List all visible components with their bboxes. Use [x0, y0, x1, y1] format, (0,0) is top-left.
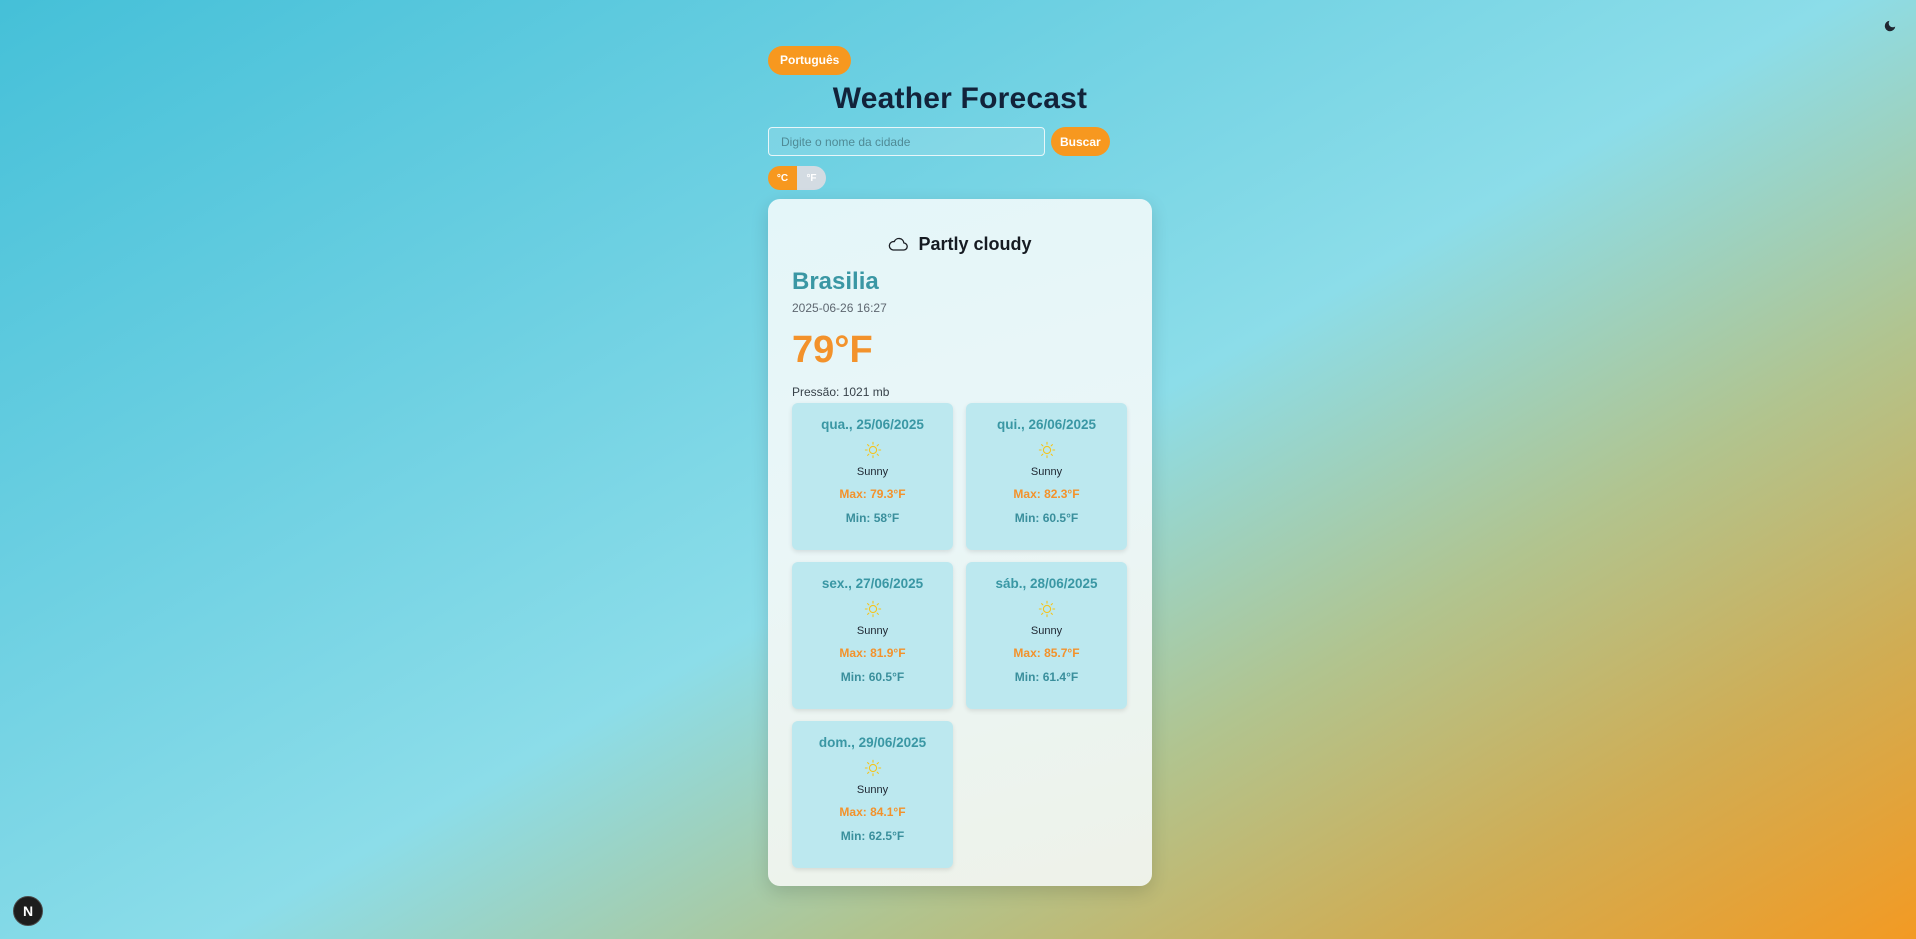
search-bar: Buscar	[768, 127, 1152, 156]
current-temperature: 79°F	[792, 329, 873, 371]
forecast-min: Min: 62.5°F	[840, 829, 905, 843]
forecast-day-card: qui., 26/06/2025 Sunny Max: 82.3°F Min: …	[966, 403, 1127, 550]
forecast-day-card: sex., 27/06/2025 Sunny Max: 81.9°F Min: …	[792, 562, 953, 709]
sun-icon	[864, 440, 882, 460]
language-toggle-button[interactable]: Português	[768, 46, 852, 75]
forecast-date: qua., 25/06/2025	[821, 417, 924, 432]
forecast-day-card: qua., 25/06/2025 Sunny Max: 79.3°F Min: …	[792, 403, 953, 550]
sun-icon	[864, 599, 882, 619]
app-container: Português Weather Forecast Buscar °C °F …	[768, 46, 1152, 886]
theme-toggle-button[interactable]	[1878, 14, 1902, 38]
weather-card: Partly cloudy Brasilia 2025-06-26 16:27 …	[768, 199, 1152, 886]
sun-icon	[1038, 440, 1056, 460]
moon-icon	[1884, 20, 1896, 32]
forecast-min: Min: 58°F	[845, 511, 900, 525]
search-button[interactable]: Buscar	[1051, 127, 1110, 156]
forecast-date: dom., 29/06/2025	[818, 735, 927, 750]
celsius-button[interactable]: °C	[768, 166, 797, 190]
page-title: Weather Forecast	[832, 82, 1088, 115]
city-name: Brasilia	[792, 268, 879, 295]
condition-text: Partly cloudy	[918, 233, 1032, 254]
current-condition: Partly cloudy	[792, 199, 1128, 263]
forecast-grid: qua., 25/06/2025 Sunny Max: 79.3°F Min: …	[792, 403, 1128, 868]
forecast-description: Sunny	[1030, 466, 1063, 478]
forecast-description: Sunny	[856, 625, 889, 637]
cloud-icon	[889, 237, 909, 251]
forecast-day-card: dom., 29/06/2025 Sunny Max: 84.1°F Min: …	[792, 721, 953, 868]
forecast-date: sex., 27/06/2025	[821, 576, 924, 591]
forecast-min: Min: 61.4°F	[1014, 670, 1079, 684]
dev-badge-letter: N	[22, 903, 34, 919]
forecast-description: Sunny	[1030, 625, 1063, 637]
forecast-max: Max: 82.3°F	[1013, 487, 1080, 501]
forecast-day-card: sáb., 28/06/2025 Sunny Max: 85.7°F Min: …	[966, 562, 1127, 709]
pressure-text: Pressão: 1021 mb	[792, 385, 890, 399]
fahrenheit-button[interactable]: °F	[797, 166, 826, 190]
forecast-description: Sunny	[856, 466, 889, 478]
city-search-input[interactable]	[768, 127, 1045, 156]
unit-toggle: °C °F	[768, 166, 826, 190]
forecast-max: Max: 85.7°F	[1013, 646, 1080, 660]
forecast-max: Max: 81.9°F	[839, 646, 906, 660]
forecast-max: Max: 79.3°F	[839, 487, 906, 501]
forecast-max: Max: 84.1°F	[839, 805, 906, 819]
forecast-date: sáb., 28/06/2025	[995, 576, 1098, 591]
dev-tools-badge[interactable]: N	[13, 896, 43, 926]
forecast-date: qui., 26/06/2025	[996, 417, 1097, 432]
forecast-min: Min: 60.5°F	[840, 670, 905, 684]
sun-icon	[1038, 599, 1056, 619]
forecast-description: Sunny	[856, 784, 889, 796]
forecast-min: Min: 60.5°F	[1014, 511, 1079, 525]
sun-icon	[864, 758, 882, 778]
local-datetime: 2025-06-26 16:27	[792, 301, 887, 315]
